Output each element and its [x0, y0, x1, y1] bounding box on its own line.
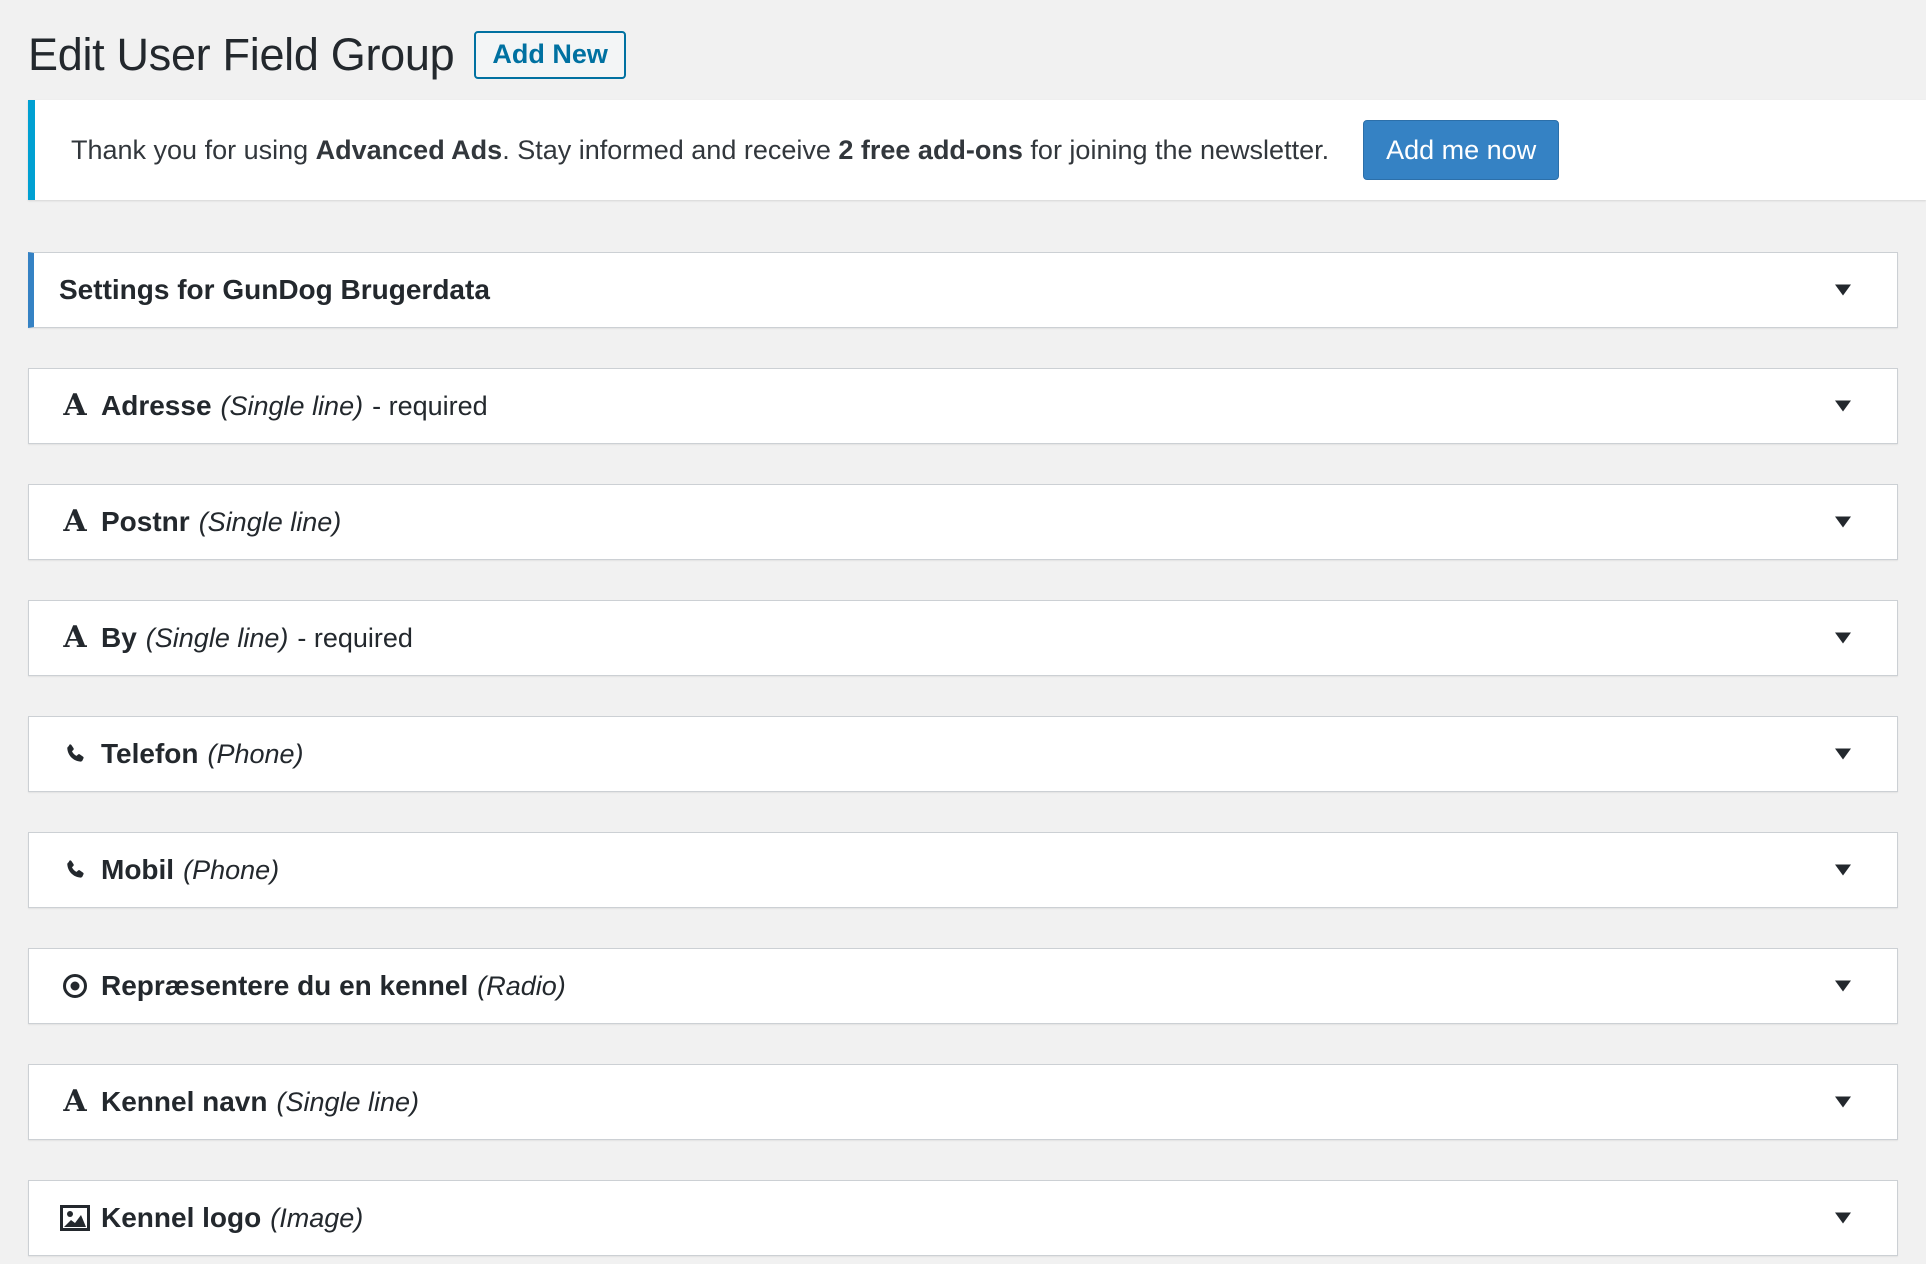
chevron-down-icon[interactable] — [1835, 864, 1851, 876]
notice-text-before: Thank you for using — [71, 134, 316, 165]
field-label: By — [101, 622, 137, 653]
notice-text-middle: . Stay informed and receive — [502, 134, 839, 165]
field-row-mobil[interactable]: Mobil (Phone) — [28, 832, 1898, 908]
phone-icon — [59, 854, 91, 886]
chevron-down-icon[interactable] — [1835, 284, 1851, 296]
field-type: (Single line) — [220, 390, 364, 421]
chevron-down-icon[interactable] — [1835, 1212, 1851, 1224]
field-label: Repræsentere du en kennel — [101, 970, 469, 1001]
text-icon: A — [63, 388, 87, 423]
field-type: (Image) — [270, 1202, 364, 1233]
chevron-down-icon[interactable] — [1835, 400, 1851, 412]
field-type: (Phone) — [207, 738, 304, 769]
chevron-down-icon[interactable] — [1835, 748, 1851, 760]
chevron-down-icon[interactable] — [1835, 632, 1851, 644]
settings-panel-header[interactable]: Settings for GunDog Brugerdata — [28, 252, 1898, 328]
chevron-down-icon[interactable] — [1835, 516, 1851, 528]
field-row-telefon[interactable]: Telefon (Phone) — [28, 716, 1898, 792]
settings-panel-title: Settings for GunDog Brugerdata — [59, 274, 490, 305]
field-row-by[interactable]: A By (Single line) - required — [28, 600, 1898, 676]
notice-message: Thank you for using Advanced Ads. Stay i… — [71, 135, 1329, 166]
radio-icon — [59, 970, 91, 1002]
page-header: Edit User Field Group Add New — [28, 28, 626, 81]
field-row-adresse[interactable]: A Adresse (Single line) - required — [28, 368, 1898, 444]
newsletter-notice: Thank you for using Advanced Ads. Stay i… — [28, 100, 1926, 200]
field-label: Mobil — [101, 854, 175, 885]
image-icon — [59, 1202, 91, 1234]
text-icon: A — [63, 620, 87, 655]
field-required: - required — [372, 390, 488, 421]
add-new-button[interactable]: Add New — [474, 30, 626, 79]
field-type: (Single line) — [276, 1086, 420, 1117]
text-icon: A — [63, 1084, 87, 1119]
field-label: Adresse — [101, 390, 212, 421]
field-label: Postnr — [101, 506, 190, 537]
notice-brand: Advanced Ads — [315, 134, 503, 165]
field-row-repraesentere[interactable]: Repræsentere du en kennel (Radio) — [28, 948, 1898, 1024]
field-type: (Radio) — [477, 970, 566, 1001]
field-row-postnr[interactable]: A Postnr (Single line) — [28, 484, 1898, 560]
field-label: Telefon — [101, 738, 199, 769]
phone-icon — [59, 738, 91, 770]
field-type: (Single line) — [145, 622, 289, 653]
field-type: (Single line) — [198, 506, 342, 537]
add-me-now-button[interactable]: Add me now — [1363, 120, 1560, 180]
page-title: Edit User Field Group — [28, 29, 455, 80]
chevron-down-icon[interactable] — [1835, 1096, 1851, 1108]
field-row-kennel-navn[interactable]: A Kennel navn (Single line) — [28, 1064, 1898, 1140]
field-type: (Phone) — [183, 854, 280, 885]
field-label: Kennel navn — [101, 1086, 268, 1117]
chevron-down-icon[interactable] — [1835, 980, 1851, 992]
field-row-kennel-logo[interactable]: Kennel logo (Image) — [28, 1180, 1898, 1256]
text-icon: A — [63, 504, 87, 539]
notice-highlight: 2 free add-ons — [838, 134, 1023, 165]
field-required: - required — [297, 622, 413, 653]
notice-text-after: for joining the newsletter. — [1022, 134, 1330, 165]
field-label: Kennel logo — [101, 1202, 262, 1233]
